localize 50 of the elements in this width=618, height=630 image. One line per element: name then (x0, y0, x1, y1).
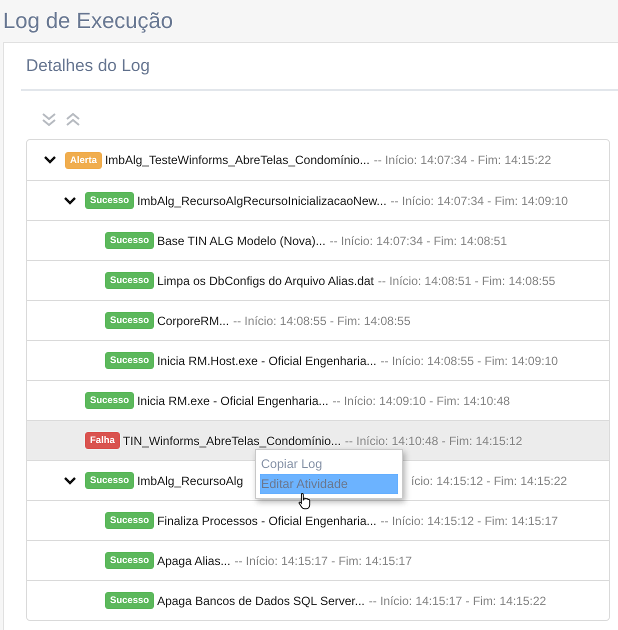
activity-name[interactable]: Limpa os DbConfigs do Arquivo Alias.dat (157, 274, 374, 288)
panel-title: Detalhes do Log (25, 56, 150, 76)
activity-name[interactable]: ImbAlg_TesteWinforms_AbreTelas_Condomínio... (104, 153, 370, 167)
status-badge: Sucesso (85, 192, 134, 209)
time-range: -- Início: 14:08:55 - Fim: 14:09:10 (380, 354, 558, 368)
tree-row[interactable]: Sucesso CorporeRM... -- Início: 14:08:55 - Fim: 14:08:55 (27, 300, 609, 340)
status-badge: Falha (85, 432, 120, 449)
status-badge: Sucesso (105, 272, 154, 289)
tree-row[interactable]: Sucesso Finaliza Processos - Oficial Engenharia... -- Início: 14:15:12 - Fim: 14:15:17 (27, 500, 609, 540)
status-badge: Sucesso (105, 512, 154, 529)
time-range: -- Início: 14:15:12 - Fim: 14:15:17 (380, 514, 558, 528)
status-badge: Sucesso (105, 352, 154, 369)
time-range: -- Início: 14:08:51 - Fim: 14:08:55 (378, 274, 556, 288)
tree-row[interactable]: Sucesso ImbAlg_RecursoAlgRecursoInicializacaoNew... -- Início: 14:07:34 - Fim: 14:09:10 (27, 180, 609, 220)
time-range: -- Início: 14:07:34 - Fim: 14:09:10 (390, 194, 568, 208)
time-range: -- Início: 14:07:34 - Fim: 14:15:22 (374, 153, 552, 167)
tree-row[interactable]: Sucesso Apaga Bancos de Dados SQL Server... -- Início: 14:15:17 - Fim: 14:15:22 (27, 580, 609, 620)
chevron-down-icon[interactable] (64, 196, 76, 206)
status-badge: Sucesso (105, 312, 154, 329)
activity-name[interactable]: ImbAlg_RecursoAlgRecursoInicializacaoNew... (137, 194, 387, 208)
tree-row[interactable]: Sucesso Apaga Alias... -- Início: 14:15:17 - Fim: 14:15:17 (27, 540, 609, 580)
time-range: ício: 14:15:12 - Fim: 14:15:22 (411, 474, 568, 488)
activity-name[interactable]: Inicia RM.exe - Oficial Engenharia... (137, 394, 328, 408)
tree-row[interactable]: Sucesso Base TIN ALG Modelo (Nova)... -- Início: 14:07:34 - Fim: 14:08:51 (27, 220, 609, 260)
activity-name[interactable]: Apaga Bancos de Dados SQL Server... (157, 594, 365, 608)
activity-name[interactable]: Base TIN ALG Modelo (Nova)... (157, 234, 326, 248)
time-range: -- Início: 14:09:10 - Fim: 14:10:48 (332, 394, 510, 408)
activity-name[interactable]: Apaga Alias... (157, 554, 230, 568)
time-range: -- Início: 14:08:55 - Fim: 14:08:55 (233, 314, 411, 328)
activity-name[interactable]: CorporeRM... (157, 314, 230, 328)
time-range: -- Início: 14:15:17 - Fim: 14:15:17 (234, 554, 412, 568)
status-badge: Sucesso (105, 592, 154, 609)
tree-row[interactable]: Sucesso Inicia RM.Host.exe - Oficial Engenharia... -- Início: 14:08:55 - Fim: 14:09:10 (27, 340, 609, 380)
activity-name[interactable]: Inicia RM.Host.exe - Oficial Engenharia... (157, 354, 376, 368)
time-range: -- Início: 14:15:17 - Fim: 14:15:22 (368, 594, 546, 608)
tree-row[interactable]: Alerta ImbAlg_TesteWinforms_AbreTelas_Condomínio... -- Início: 14:07:34 - Fim: 14:15:22 (27, 140, 609, 180)
time-range: -- Início: 14:10:48 - Fim: 14:15:12 (344, 434, 522, 448)
activity-name[interactable]: TIN_Winforms_AbreTelas_Condomínio... (122, 434, 341, 448)
activity-name[interactable]: Finaliza Processos - Oficial Engenharia... (157, 514, 377, 528)
status-badge: Sucesso (85, 392, 134, 409)
status-badge: Sucesso (85, 472, 134, 489)
page-title: Log de Execução (3, 8, 174, 34)
time-range: -- Início: 14:07:34 - Fim: 14:08:51 (330, 234, 508, 248)
status-badge: Sucesso (105, 552, 154, 569)
activity-name[interactable]: ImbAlg_RecursoAlg (137, 474, 244, 488)
status-badge: Sucesso (105, 232, 154, 249)
chevron-down-icon[interactable] (64, 476, 76, 486)
chevron-down-icon[interactable] (44, 155, 56, 165)
tree-row[interactable]: Sucesso Limpa os DbConfigs do Arquivo Alias.dat -- Início: 14:08:51 - Fim: 14:08:55 (27, 260, 609, 300)
status-badge: Alerta (65, 152, 102, 168)
